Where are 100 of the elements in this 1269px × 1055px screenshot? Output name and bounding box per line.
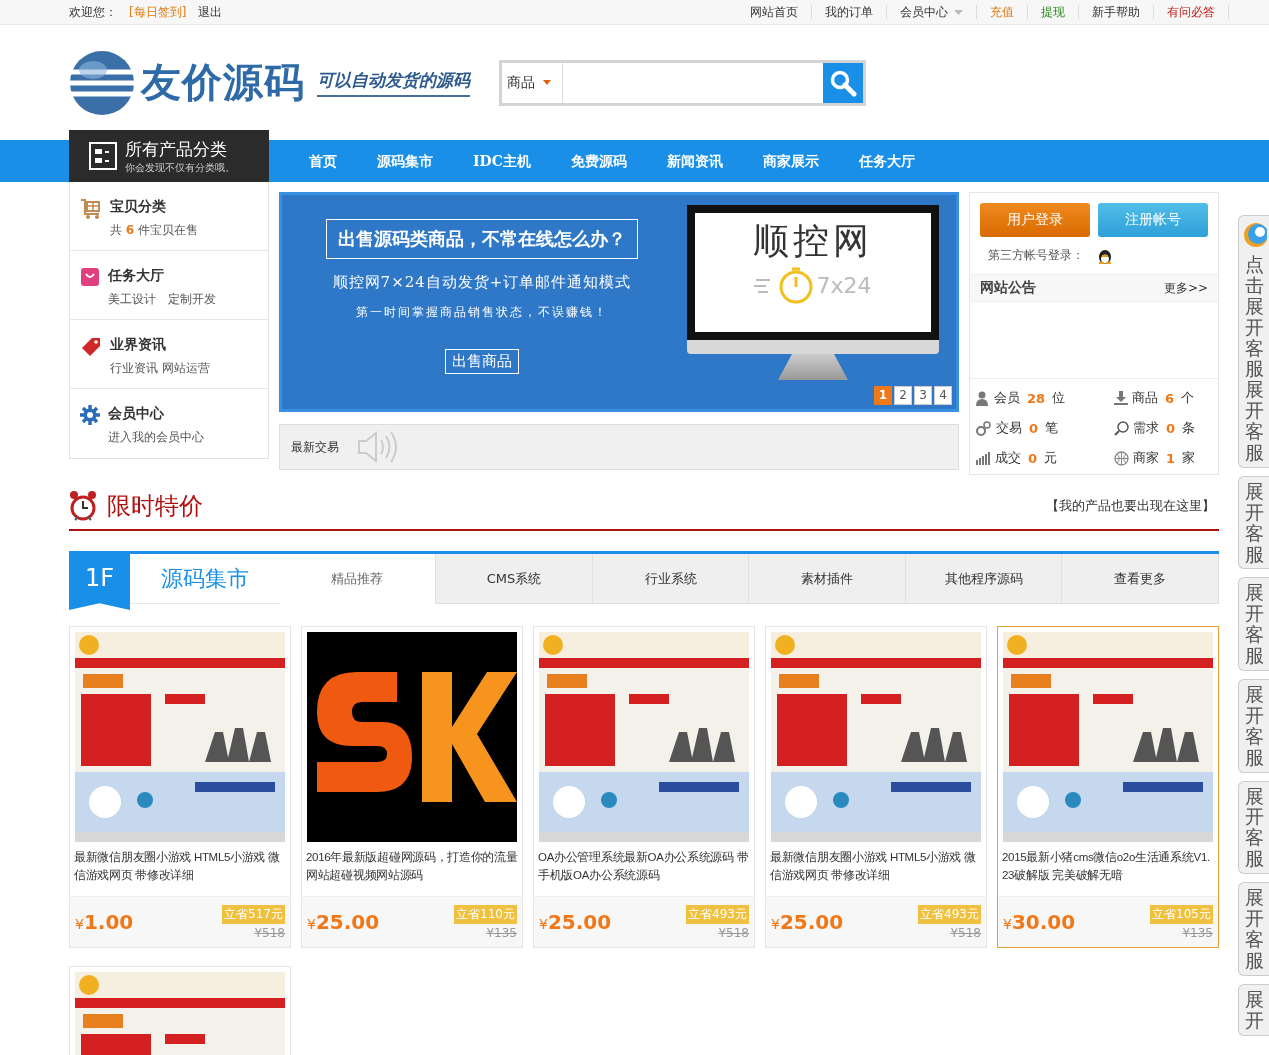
- bar-chart-icon: [976, 451, 991, 465]
- more-link[interactable]: 更多>>: [1163, 279, 1208, 297]
- screen-title: 顺控网: [753, 219, 873, 263]
- search-icon: [829, 68, 857, 97]
- product-title[interactable]: 2015最新小猪cms微信o2o生活通系统V1.23破解版 完美破解无暗: [998, 842, 1218, 896]
- customer-service-tab[interactable]: 展开客服: [1238, 679, 1269, 773]
- stat-label: 交易: [996, 419, 1022, 437]
- customer-service-label: 展开客服: [1244, 887, 1264, 971]
- customer-service-label: 展开客服: [1244, 684, 1264, 768]
- category-item-subtitle: 行业资讯 网站运营: [110, 360, 210, 377]
- category-panel[interactable]: 所有产品分类 你会发现不仅有分类哦。: [69, 130, 269, 182]
- slide-page-button[interactable]: 3: [914, 386, 932, 405]
- stat-unit: 元: [1044, 449, 1058, 467]
- customer-service-tab[interactable]: 展开客服: [1238, 882, 1269, 976]
- stat-label: 需求: [1133, 419, 1159, 437]
- customer-service-label: 展开: [1244, 988, 1264, 1031]
- category-item-subtitle: 共 6 件宝贝在售: [110, 222, 198, 239]
- original-price: ¥518: [718, 925, 749, 940]
- product-title[interactable]: 2016年最新版超碰网源码，打造你的流量网站超碰视频网站源码: [302, 842, 522, 896]
- alarm-clock-icon: [69, 490, 97, 522]
- product-card[interactable]: 2016年最新版超碰网源码，打造你的流量网站超碰视频网站源码 ¥25.00 立省110元 ¥135: [301, 626, 523, 948]
- stat-label: 成交: [995, 449, 1021, 467]
- floor-tab[interactable]: CMS系统: [436, 554, 593, 604]
- gears-icon: [976, 420, 992, 436]
- slogan-text: 可以自动发货的源码: [317, 68, 470, 97]
- floor-tab[interactable]: 行业系统: [592, 554, 750, 604]
- customer-service-label: 展开客服: [1244, 785, 1264, 870]
- savings-badge: 立省493元: [686, 904, 749, 924]
- slide-page-button[interactable]: 4: [934, 386, 952, 405]
- product-title[interactable]: 最新微信朋友圈小游戏 HTML5小游戏 微信游戏网页 带修改详细: [766, 842, 986, 896]
- sell-products-button[interactable]: 出售商品: [445, 349, 519, 374]
- logout-link[interactable]: 退出: [198, 3, 223, 21]
- stat-value: 0: [1165, 420, 1177, 436]
- product-title[interactable]: OA办公管理系统最新OA办公系统源码 带手机版OA办公系统源码: [534, 842, 754, 896]
- banner-headline: 出售源码类商品，不常在线怎么办？: [326, 219, 638, 259]
- stopwatch-icon: [754, 266, 815, 304]
- globe-logo-icon: [69, 49, 135, 116]
- penguin-icon[interactable]: [1098, 247, 1112, 264]
- banner-text: 顺控网7×24自动发货+订单邮件通知模式: [332, 273, 632, 292]
- price-tag-icon: [80, 336, 102, 358]
- stat-value: 6: [1164, 390, 1176, 406]
- category-item-subtitle: 美工设计 定制开发: [108, 291, 216, 308]
- shopping-bag-icon: [80, 267, 100, 287]
- stat-value: 1: [1165, 450, 1177, 466]
- savings-badge: 立省493元: [918, 904, 981, 924]
- top-link[interactable]: 我的订单: [825, 5, 873, 19]
- category-item-title[interactable]: 任务大厅: [108, 267, 216, 285]
- speaker-icon: [355, 429, 399, 465]
- floor-tab[interactable]: 查看更多: [1062, 554, 1219, 604]
- customer-service-tab[interactable]: 展开客服: [1238, 780, 1269, 875]
- stat-label: 商品: [1132, 389, 1158, 407]
- slide-page-button[interactable]: 2: [894, 386, 912, 405]
- cart-icon: [80, 198, 102, 220]
- floor-tab[interactable]: 其他程序源码: [905, 554, 1063, 604]
- original-price: ¥518: [950, 925, 981, 940]
- caret-icon: [954, 9, 963, 15]
- customer-service-label: 点击展开客服展开客服: [1244, 254, 1264, 463]
- promote-product-link[interactable]: 【我的产品也要出现在这里】: [1046, 497, 1219, 515]
- product-price: ¥25.00: [771, 910, 844, 934]
- category-title: 所有产品分类: [125, 137, 228, 161]
- category-item-title[interactable]: 会员中心: [108, 405, 204, 423]
- notice-title: 网站公告: [980, 279, 1036, 297]
- customer-service-label: 展开客服: [1244, 480, 1264, 565]
- screen-subtitle: 7x24: [816, 272, 872, 298]
- customer-service-tab[interactable]: 展开客服: [1238, 475, 1269, 570]
- stat-label: 商家: [1133, 449, 1159, 467]
- product-card[interactable]: 最新微信朋友圈小游戏 HTML5小游戏 微信游戏网页 带修改详细 ¥25.00 立省493元 ¥518: [765, 626, 987, 948]
- gear-icon: [80, 405, 100, 425]
- customer-service-label: 展开客服: [1244, 582, 1264, 667]
- category-subtitle: 你会发现不仅有分类哦。: [125, 160, 235, 175]
- product-price: ¥25.00: [307, 910, 380, 934]
- category-item-title[interactable]: 业界资讯: [110, 336, 210, 354]
- user-icon: [976, 390, 990, 406]
- top-link[interactable]: 新手帮助: [1092, 5, 1140, 19]
- savings-badge: 立省517元: [222, 904, 285, 924]
- original-price: ¥135: [486, 925, 517, 940]
- product-card[interactable]: 2015最新小猪cms微信o2o生活通系统V1.23破解版 完美破解无暗 ¥30.00 立省105元 ¥135: [997, 626, 1219, 948]
- customer-service-tab[interactable]: 展开: [1238, 983, 1269, 1036]
- stat-unit: 家: [1182, 449, 1196, 467]
- top-link[interactable]: 会员中心: [900, 5, 963, 19]
- floor-tab[interactable]: 素材插件: [749, 554, 906, 604]
- top-link[interactable]: 提现: [1041, 5, 1065, 19]
- product-card[interactable]: OA办公管理系统最新OA办公系统源码 带手机版OA办公系统源码 ¥25.00 立省493元 ¥518: [533, 626, 755, 948]
- floor-title: 源码集市: [130, 554, 280, 604]
- stat-value: 0: [1027, 450, 1039, 466]
- top-link[interactable]: 网站首页: [750, 5, 798, 19]
- search-button[interactable]: [823, 62, 863, 103]
- product-title[interactable]: 最新微信朋友圈小游戏 HTML5小游戏 微信游戏网页 带修改详细: [70, 842, 290, 896]
- stat-label: 会员: [994, 389, 1020, 407]
- savings-badge: 立省105元: [1150, 904, 1213, 924]
- product-card[interactable]: 最新微信朋友圈小游戏 HTML5小游戏 微信游戏网页 带修改详细 ¥1.00 立省517元 ¥518: [69, 626, 291, 948]
- customer-service-tab[interactable]: 展开客服: [1238, 577, 1269, 672]
- category-icon: [89, 142, 117, 170]
- category-item-title[interactable]: 宝贝分类: [110, 198, 198, 216]
- top-link[interactable]: 有问必答: [1167, 5, 1215, 19]
- savings-badge: 立省110元: [454, 904, 517, 924]
- stat-value: 0: [1028, 420, 1040, 436]
- section-title: 限时特价: [107, 491, 203, 522]
- customer-service-tab[interactable]: 点击展开客服展开客服: [1238, 215, 1269, 468]
- product-price: ¥25.00: [539, 910, 612, 934]
